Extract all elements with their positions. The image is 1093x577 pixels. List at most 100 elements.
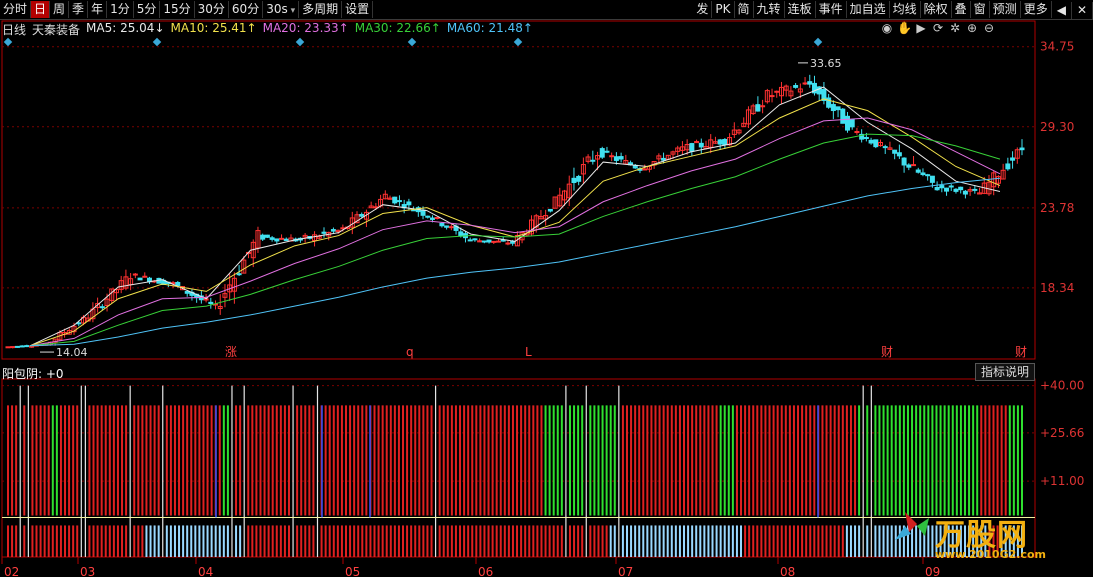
candle-body-83 xyxy=(396,200,402,203)
candle-body-184 xyxy=(873,139,879,148)
tab-12[interactable]: 设置 xyxy=(342,1,374,18)
candle-body-59 xyxy=(283,238,289,242)
high-annotation: 33.65 xyxy=(810,57,842,70)
candle-body-96 xyxy=(458,231,464,237)
candle-body-199 xyxy=(944,187,950,192)
candle-body-115 xyxy=(547,208,553,212)
tab-1[interactable]: 日 xyxy=(31,1,51,18)
tab-3[interactable]: 季 xyxy=(69,1,89,18)
tool-12[interactable]: 更多 xyxy=(1021,1,1052,18)
tab-9[interactable]: 60分 xyxy=(229,1,264,18)
candle-body-121 xyxy=(576,175,582,182)
candle-body-128 xyxy=(609,155,615,158)
price-tick-label-3: 18.34 xyxy=(1040,281,1074,295)
period-tabs: 分时日周季年1分5分15分30分60分30s多周期设置 xyxy=(0,0,374,19)
ma-line-MA20 xyxy=(29,117,1001,347)
candle-body-126 xyxy=(599,148,605,158)
tool-menu: 发 PK 简九转 连板 事件 加自选 均线 除权叠窗预测 更多 xyxy=(693,0,1052,19)
tool-1[interactable]: PK xyxy=(712,1,735,18)
candle-body-57 xyxy=(274,238,280,242)
candle-body-192 xyxy=(911,164,917,167)
period-toolbar: 分时日周季年1分5分15分30分60分30s多周期设置 发PK简九转连板事件加自… xyxy=(0,0,1093,20)
tab-10[interactable]: 30s xyxy=(263,1,300,18)
candle-body-49 xyxy=(236,273,242,276)
candle-body-189 xyxy=(896,152,902,157)
candle-body-94 xyxy=(448,226,454,229)
event-marker-2: L xyxy=(525,345,532,359)
candle-body-129 xyxy=(613,156,619,161)
candle-body-175 xyxy=(830,104,836,112)
indicator-tick-label-2: +11.00 xyxy=(1040,474,1084,488)
candle-body-99 xyxy=(472,238,478,241)
candles-group xyxy=(5,74,1025,349)
tool-11[interactable]: 预测 xyxy=(990,1,1021,18)
tab-8[interactable]: 30分 xyxy=(195,1,229,18)
event-marker-0: 涨 xyxy=(225,344,237,359)
candle-body-43 xyxy=(208,301,214,305)
candle-body-205 xyxy=(972,188,978,191)
candle-body-2 xyxy=(14,345,20,348)
tool-9[interactable]: 叠 xyxy=(952,1,971,18)
indicator-bars-group xyxy=(7,385,1023,557)
candle-body-186 xyxy=(882,146,888,149)
candle-body-200 xyxy=(948,185,954,188)
candle-body-1 xyxy=(10,346,16,349)
tool-4[interactable]: 连板 xyxy=(785,1,816,18)
candle-body-190 xyxy=(901,157,907,166)
indicator-help-button[interactable]: 指标说明 xyxy=(975,363,1035,381)
back-arrow-icon[interactable]: ◀ xyxy=(1052,1,1072,19)
tool-6[interactable]: 加自选 xyxy=(847,1,890,18)
candle-body-36 xyxy=(175,282,181,287)
x-tick-label-3: 05 xyxy=(345,565,360,577)
candle-body-180 xyxy=(854,131,860,134)
candle-body-212 xyxy=(1005,163,1011,170)
candle-body-38 xyxy=(184,291,190,294)
tab-5[interactable]: 1分 xyxy=(107,1,134,18)
price-tick-label-0: 34.75 xyxy=(1040,40,1074,54)
indicator-tick-label-1: +25.66 xyxy=(1040,426,1084,440)
tool-7[interactable]: 均线 xyxy=(890,1,921,18)
x-tick-label-6: 08 xyxy=(780,565,795,577)
kline-chart[interactable]: 34.75 29.30 23.78 18.34 33.65 14.04 涨 q L 财 财 +40.0… xyxy=(0,19,1093,577)
tab-6[interactable]: 5分 xyxy=(134,1,161,18)
candle-body-105 xyxy=(500,239,506,242)
candle-body-152 xyxy=(722,138,728,146)
close-icon[interactable]: ✕ xyxy=(1072,1,1093,19)
candle-body-58 xyxy=(279,237,285,240)
candle-body-69 xyxy=(330,229,336,232)
event-marker-1: q xyxy=(406,345,414,359)
x-tick-label-2: 04 xyxy=(198,565,213,577)
tab-11[interactable]: 多周期 xyxy=(299,1,343,18)
low-annotation: 14.04 xyxy=(56,346,88,359)
tab-2[interactable]: 周 xyxy=(50,1,70,18)
candle-body-106 xyxy=(505,242,511,245)
candle-body-103 xyxy=(491,240,497,243)
tool-0[interactable]: 发 xyxy=(693,1,713,18)
candle-body-28 xyxy=(137,277,143,281)
tab-7[interactable]: 15分 xyxy=(160,1,195,18)
candle-body-91 xyxy=(434,216,440,219)
event-diamond-2 xyxy=(295,37,305,47)
tab-0[interactable]: 分时 xyxy=(0,1,32,18)
candle-body-177 xyxy=(840,108,846,124)
candle-body-170 xyxy=(807,81,813,85)
candle-body-176 xyxy=(835,106,841,111)
tool-8[interactable]: 除权 xyxy=(921,1,952,18)
tool-5[interactable]: 事件 xyxy=(816,1,847,18)
event-diamond-3 xyxy=(407,37,417,47)
candle-body-130 xyxy=(618,156,624,160)
tool-3[interactable]: 九转 xyxy=(754,1,785,18)
candle-body-75 xyxy=(359,214,365,217)
candle-body-104 xyxy=(495,240,501,243)
tab-4[interactable]: 年 xyxy=(88,1,108,18)
candle-body-167 xyxy=(793,85,799,88)
tool-2[interactable]: 简 xyxy=(735,1,754,18)
candle-body-5 xyxy=(29,345,35,348)
candle-body-0 xyxy=(5,346,11,349)
candle-body-162 xyxy=(769,95,775,98)
tool-10[interactable]: 窗 xyxy=(971,1,990,18)
event-diamond-4 xyxy=(513,37,523,47)
candle-body-169 xyxy=(802,82,808,85)
candle-body-102 xyxy=(486,239,492,243)
x-tick-label-4: 06 xyxy=(478,565,493,577)
